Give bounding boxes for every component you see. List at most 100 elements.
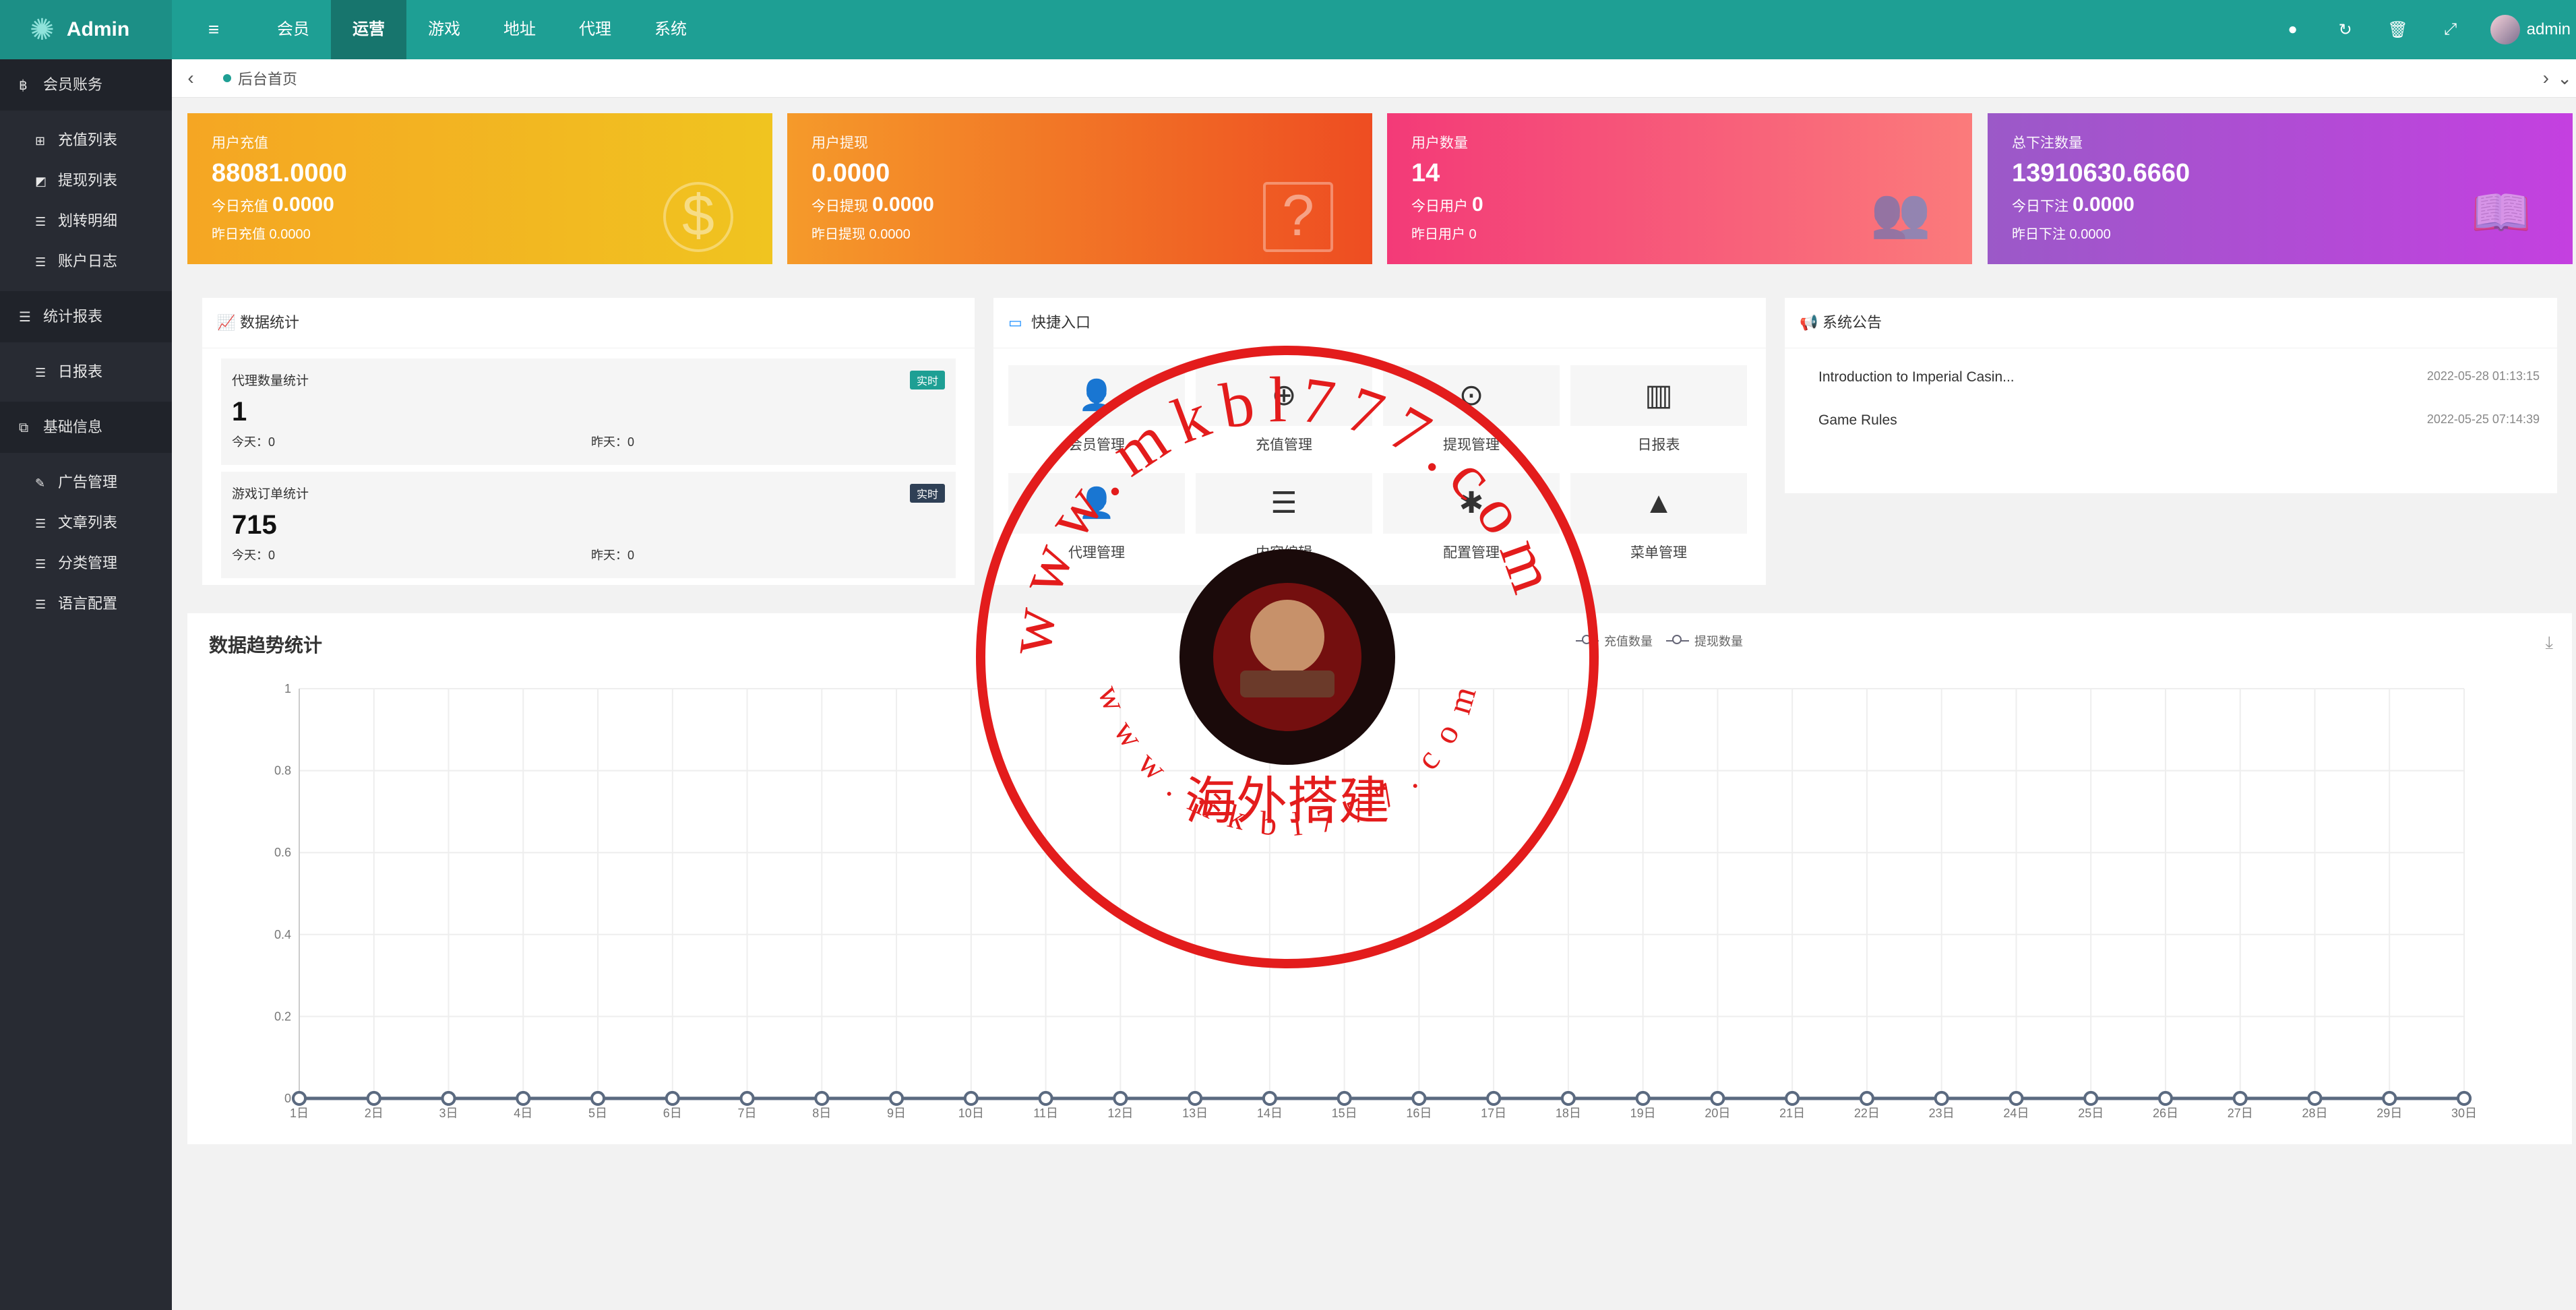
data-point: [1934, 1091, 1949, 1106]
nav-item-address[interactable]: 地址: [482, 0, 557, 59]
stat-row: 今天：0 昨天：0: [232, 435, 635, 449]
list-icon: ☰: [35, 215, 47, 228]
nav-item-game[interactable]: 游戏: [406, 0, 482, 59]
panel-header: 📢 系统公告: [1785, 298, 2557, 348]
data-point: [963, 1091, 979, 1106]
admin-username[interactable]: admin: [2527, 20, 2571, 39]
notice-title[interactable]: Game Rules: [1818, 412, 1897, 429]
chevron-down-icon[interactable]: ⌄: [2557, 68, 2572, 89]
sidebar-item-label: 充值列表: [58, 131, 118, 148]
sidebar-item-recharge-list[interactable]: ⊞ 充值列表: [0, 120, 172, 160]
sidebar-item-transfer-detail[interactable]: ☰ 划转明细: [0, 201, 172, 241]
y-tick-label: 1: [284, 682, 291, 695]
fullscreen-icon[interactable]: ⤢: [2424, 20, 2477, 39]
nav-item-system[interactable]: 系统: [633, 0, 708, 59]
sidebar-group-member-accounts[interactable]: ฿ 会员账务: [0, 59, 172, 111]
sidebar-group-label: 基础信息: [43, 418, 103, 435]
x-tick-label: 2日: [365, 1106, 384, 1120]
x-tick-label: 30日: [2451, 1106, 2477, 1120]
brand-logo[interactable]: ✺ Admin: [0, 0, 172, 59]
nav-item-agent[interactable]: 代理: [557, 0, 633, 59]
card-today: 今日用户 0: [1411, 193, 1483, 216]
sidebar-item-account-log[interactable]: ☰ 账户日志: [0, 241, 172, 282]
legend-item-withdraw[interactable]: 提现数量: [1666, 632, 1743, 650]
x-tick-label: 16日: [1406, 1106, 1432, 1120]
list-icon: ☰: [19, 310, 31, 325]
notice-date: 2022-05-28 01:13:15: [2426, 369, 2540, 383]
header-tools: ● ↻ 🗑 ⤢ admin: [2267, 0, 2576, 59]
card-yesterday: 昨日用户 0: [1411, 227, 1477, 242]
notice-item[interactable]: Game Rules 2022-05-25 07:14:39: [1818, 412, 2540, 429]
users-icon: 👥: [1870, 186, 1931, 240]
stat-value: 715: [232, 510, 277, 540]
menu-toggle-icon[interactable]: ≡: [172, 19, 255, 40]
card-value: 88081.0000: [212, 159, 347, 187]
clear-cache-icon[interactable]: 🗑: [2372, 20, 2424, 40]
panel-title: 系统公告: [1822, 314, 1882, 331]
chevron-right-icon[interactable]: ›: [2543, 67, 2549, 89]
panel-title: 数据统计: [240, 314, 300, 331]
data-point: [2083, 1091, 2099, 1106]
sidebar-item-category-management[interactable]: ☰ 分类管理: [0, 543, 172, 584]
stat-label: 代理数量统计: [232, 374, 309, 388]
plus-square-icon: ⊞: [35, 134, 46, 148]
data-point: [665, 1091, 680, 1106]
x-tick-label: 12日: [1107, 1106, 1133, 1120]
sidebar-group-label: 会员账务: [43, 76, 103, 93]
sidebar-item-label: 语言配置: [58, 595, 118, 612]
download-icon[interactable]: ⤓: [2546, 632, 2554, 654]
sidebar: ฿ 会员账务 ⊞ 充值列表 ◩ 提现列表 ☰ 划转明细 ☰ 账户日志 ☰ 统计报表 ☰ 日报表…: [0, 59, 172, 1310]
tab-home[interactable]: 后台首页: [210, 67, 297, 89]
y-tick-label: 0.6: [274, 846, 291, 859]
tab-home-label: 后台首页: [238, 71, 298, 88]
list-icon: ☰: [35, 557, 47, 571]
notice-item[interactable]: Introduction to Imperial Casin... 2022-05…: [1818, 369, 2540, 385]
notice-title[interactable]: Introduction to Imperial Casin...: [1818, 369, 2015, 385]
card-title: 总下注数量: [2012, 135, 2083, 151]
card-withdraw: 用户提现 0.0000 今日提现 0.0000 昨日提现 0.0000 ?: [787, 113, 1372, 264]
x-tick-label: 4日: [514, 1106, 532, 1120]
data-point: [1262, 1091, 1277, 1106]
data-point: [590, 1091, 606, 1106]
sidebar-group-label: 统计报表: [43, 308, 103, 325]
data-point: [1038, 1091, 1053, 1106]
theme-icon[interactable]: ●: [2267, 20, 2319, 39]
card-value: 14: [1411, 159, 1440, 187]
sidebar-item-ad-management[interactable]: ✎ 广告管理: [0, 462, 172, 503]
x-tick-label: 23日: [1929, 1106, 1955, 1120]
sidebar-item-withdraw-list[interactable]: ◩ 提现列表: [0, 160, 172, 201]
x-tick-label: 17日: [1481, 1106, 1506, 1120]
stat-label: 游戏订单统计: [232, 487, 309, 501]
x-tick-label: 28日: [2302, 1106, 2327, 1120]
chevron-left-icon[interactable]: ‹: [172, 67, 210, 89]
sidebar-item-language-config[interactable]: ☰ 语言配置: [0, 584, 172, 624]
panel-data-stats: 📈 数据统计 代理数量统计 实时 1 今天：0 昨天：0 游戏订单统计 实时 715…: [202, 298, 975, 585]
data-point: [366, 1091, 381, 1106]
stat-box-game-orders: 游戏订单统计 实时 715 今天：0 昨天：0: [221, 472, 956, 578]
x-tick-label: 13日: [1182, 1106, 1208, 1120]
x-tick-label: 7日: [738, 1106, 757, 1120]
x-tick-label: 26日: [2153, 1106, 2178, 1120]
x-tick-label: 15日: [1332, 1106, 1357, 1120]
avatar[interactable]: [2490, 15, 2520, 44]
sidebar-group-basic-info[interactable]: ⧉ 基础信息: [0, 402, 172, 453]
nav-item-member[interactable]: 会员: [255, 0, 331, 59]
x-tick-label: 21日: [1779, 1106, 1805, 1120]
x-tick-label: 18日: [1556, 1106, 1581, 1120]
sidebar-item-daily-report[interactable]: ☰ 日报表: [0, 352, 172, 392]
data-point: [1411, 1091, 1427, 1106]
card-bets: 总下注数量 13910630.6660 今日下注 0.0000 昨日下注 0.00…: [1988, 113, 2573, 264]
x-tick-label: 19日: [1630, 1106, 1656, 1120]
card-recharge: 用户充值 88081.0000 今日充值 0.0000 昨日充值 0.0000 $: [187, 113, 772, 264]
sidebar-group-reports[interactable]: ☰ 统计报表: [0, 291, 172, 342]
card-title: 用户提现: [811, 135, 868, 151]
active-dot-icon: [223, 74, 231, 82]
data-point: [2157, 1091, 2173, 1106]
refresh-icon[interactable]: ↻: [2319, 20, 2372, 40]
card-today: 今日下注 0.0000: [2012, 193, 2135, 216]
panel-header: 📈 数据统计: [202, 298, 975, 348]
data-point: [739, 1091, 755, 1106]
list-icon: ☰: [35, 517, 47, 530]
sidebar-item-article-list[interactable]: ☰ 文章列表: [0, 503, 172, 543]
nav-item-operation[interactable]: 运营: [331, 0, 406, 59]
